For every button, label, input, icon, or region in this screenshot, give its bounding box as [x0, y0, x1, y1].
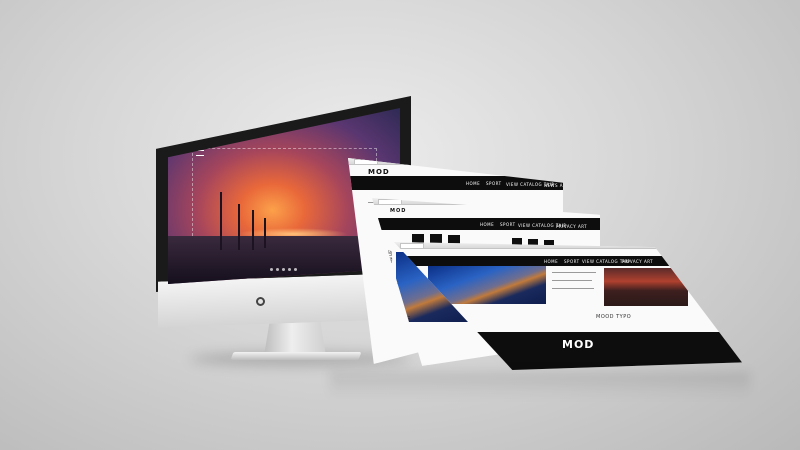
- nav-bar: HOME SPORT VIEW CATALOG TAIP PRIVACY ART: [372, 218, 600, 230]
- wind-turbine: [264, 218, 266, 248]
- imac-foot: [230, 352, 362, 360]
- imac-stand: [264, 318, 326, 356]
- nav-bar: HOME SPORT VIEW CATALOG TAIP PRIVACY ART: [394, 256, 742, 266]
- nav-sport[interactable]: SPORT: [500, 222, 516, 227]
- nav-home[interactable]: HOME: [480, 222, 494, 227]
- wind-turbine: [252, 210, 254, 250]
- nav-sport[interactable]: SPORT: [564, 259, 580, 264]
- nav-news[interactable]: NEWS ART: [544, 183, 563, 188]
- browser-tab[interactable]: [400, 243, 424, 248]
- footer-logo[interactable]: MOD: [562, 338, 594, 351]
- carousel-dot[interactable]: [270, 268, 273, 271]
- city-photo: [604, 268, 688, 306]
- nav-privacy[interactable]: PRIVACY ART: [622, 259, 653, 264]
- carousel-dot[interactable]: [288, 268, 291, 271]
- nav-bar: HOME SPORT VIEW CATALOG TAIP NEWS ART: [348, 176, 563, 190]
- power-button-icon[interactable]: [256, 297, 265, 306]
- wind-turbine: [220, 192, 222, 250]
- mockup-scene: HOME SPORT VIEW CATALOG TAIP NEWS ART MO…: [0, 0, 800, 450]
- carousel-dot[interactable]: [276, 268, 279, 271]
- section-title: MOOD TYPO: [596, 314, 632, 320]
- floor-reflection: [330, 372, 750, 398]
- wind-turbine: [238, 204, 240, 250]
- nav-home[interactable]: HOME: [466, 181, 480, 186]
- site-logo[interactable]: MOD: [390, 208, 406, 214]
- carousel-dots[interactable]: [270, 268, 297, 271]
- text-line: [552, 280, 592, 281]
- text-line: [552, 288, 594, 289]
- text-line: [552, 272, 596, 273]
- carousel-dot[interactable]: [282, 268, 285, 271]
- site-logo[interactable]: MOD: [368, 168, 390, 176]
- nav-sport[interactable]: SPORT: [486, 181, 502, 186]
- carousel-dot[interactable]: [294, 268, 297, 271]
- nav-privacy[interactable]: PRIVACY ART: [556, 224, 587, 229]
- nav-home[interactable]: HOME: [544, 259, 558, 264]
